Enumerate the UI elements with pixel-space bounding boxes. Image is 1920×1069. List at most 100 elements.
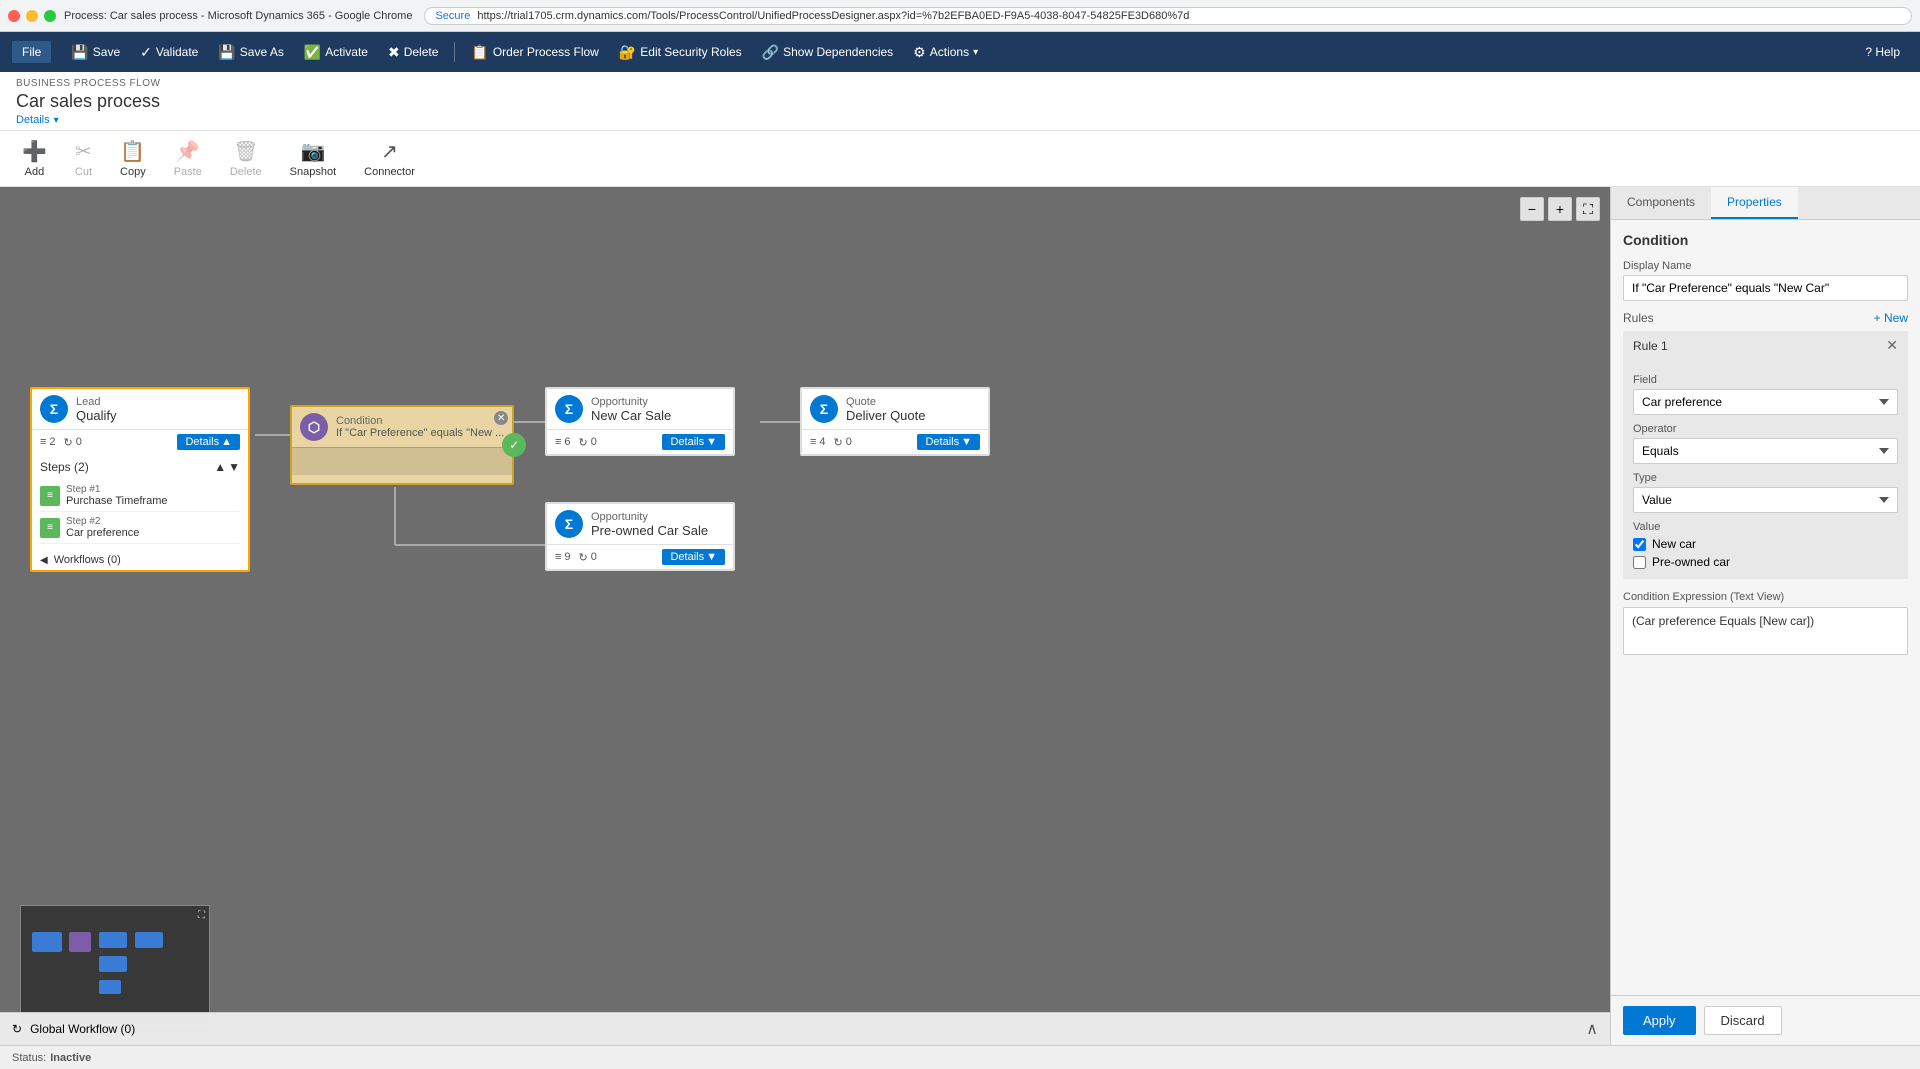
- display-name-input[interactable]: [1623, 275, 1908, 301]
- discard-btn[interactable]: Discard: [1704, 1006, 1782, 1035]
- rules-title: Rules: [1623, 311, 1654, 325]
- opp-preowned-car-node[interactable]: Σ Opportunity Pre-owned Car Sale ≡ 9 ↻ 0…: [545, 502, 735, 571]
- condition-expression-section: Condition Expression (Text View) (Car pr…: [1623, 591, 1908, 655]
- copy-tool[interactable]: 📋 Copy: [114, 137, 152, 180]
- condition-title: Condition: [336, 415, 504, 427]
- minimap-opp-new: [99, 932, 127, 948]
- rule-1-close-btn[interactable]: ✕: [1886, 337, 1898, 354]
- browser-title: Process: Car sales process - Microsoft D…: [64, 10, 412, 22]
- add-tool[interactable]: ➕ Add: [16, 137, 53, 180]
- minimap-quote: [135, 932, 163, 948]
- opp-new-footer: ≡ 6 ↻ 0 Details ▼: [547, 429, 733, 454]
- minimap-lead: [32, 932, 62, 952]
- add-icon: ➕: [22, 139, 47, 164]
- details-link[interactable]: Details: [16, 114, 50, 126]
- tab-properties[interactable]: Properties: [1711, 187, 1798, 219]
- zoom-out-btn[interactable]: −: [1520, 197, 1544, 221]
- step-1-name: Purchase Timeframe: [66, 495, 167, 507]
- quote-refresh-icon: ↻: [834, 436, 843, 449]
- save-btn[interactable]: 💾 Save: [63, 40, 128, 65]
- opp-new-car-node[interactable]: Σ Opportunity New Car Sale ≡ 6 ↻ 0 Detai…: [545, 387, 735, 456]
- opp-new-steps: ≡ 6: [555, 436, 571, 448]
- minimap-opp-preowned: [99, 956, 127, 972]
- status-value: Inactive: [50, 1052, 91, 1064]
- lead-node-icon: Σ: [40, 395, 68, 423]
- condition-footer: [292, 447, 512, 475]
- lead-node-title: Lead: [76, 396, 116, 408]
- type-select[interactable]: Value: [1633, 487, 1898, 513]
- checkbox-new-car[interactable]: New car: [1633, 537, 1898, 551]
- rules-header: Rules + New: [1623, 311, 1908, 325]
- lead-qualify-node[interactable]: Σ Lead Qualify ≡ 2 ↻ 0 Details ▲: [30, 387, 250, 572]
- delete-tool-icon: 🗑: [233, 139, 258, 164]
- add-label: Add: [25, 166, 45, 178]
- quote-details-btn[interactable]: Details ▼: [917, 434, 980, 450]
- file-menu-btn[interactable]: File: [12, 41, 51, 63]
- connector-tool[interactable]: ↗ Connector: [358, 137, 421, 180]
- business-process-label: BUSINESS PROCESS FLOW: [16, 78, 1904, 89]
- order-process-flow-btn[interactable]: 📋 Order Process Flow: [463, 40, 606, 65]
- opp-preowned-details-btn[interactable]: Details ▼: [662, 549, 725, 565]
- opp-new-details-btn[interactable]: Details ▼: [662, 434, 725, 450]
- help-btn[interactable]: ? Help: [1857, 41, 1908, 63]
- field-label: Field: [1633, 374, 1898, 386]
- rule-1-header: Rule 1 ✕: [1623, 331, 1908, 360]
- minimap[interactable]: ⛶: [20, 905, 210, 1025]
- save-as-btn[interactable]: 💾 Save As: [210, 40, 291, 65]
- step-1-item: ≡ Step #1 Purchase Timeframe: [40, 480, 240, 512]
- validate-btn[interactable]: ✓ Validate: [132, 40, 206, 65]
- type-label: Type: [1633, 472, 1898, 484]
- canvas-area[interactable]: − + ⛶ Σ Lead Qualify: [0, 187, 1610, 1045]
- node-header-lead: Σ Lead Qualify: [32, 389, 248, 429]
- new-rule-link[interactable]: + New: [1874, 311, 1908, 325]
- edit-security-roles-btn[interactable]: 🔐 Edit Security Roles: [611, 40, 750, 65]
- condition-expression-label: Condition Expression (Text View): [1623, 591, 1908, 603]
- validate-icon: ✓: [140, 44, 152, 61]
- browser-bar: Process: Car sales process - Microsoft D…: [0, 0, 1920, 32]
- page-header: BUSINESS PROCESS FLOW Car sales process …: [0, 72, 1920, 131]
- lead-node-footer: ≡ 2 ↻ 0 Details ▲: [32, 429, 248, 454]
- preowned-car-checkbox[interactable]: [1633, 556, 1646, 569]
- browser-min-btn[interactable]: [26, 10, 38, 22]
- condition-icon: ⬡: [300, 413, 328, 441]
- browser-close-btn[interactable]: [8, 10, 20, 22]
- paste-tool: 📌 Paste: [168, 137, 208, 180]
- connector-icon: ↗: [381, 139, 398, 164]
- copy-label: Copy: [120, 166, 146, 178]
- fit-btn[interactable]: ⛶: [1576, 197, 1600, 221]
- lead-details-btn[interactable]: Details ▲: [177, 434, 240, 450]
- browser-url-bar[interactable]: Secure https://trial1705.crm.dynamics.co…: [424, 7, 1912, 25]
- copy-icon: 📋: [120, 139, 145, 164]
- quote-refresh: ↻ 0: [834, 436, 852, 449]
- quote-deliver-node[interactable]: Σ Quote Deliver Quote ≡ 4 ↻ 0 Details ▼: [800, 387, 990, 456]
- field-select[interactable]: Car preference: [1633, 389, 1898, 415]
- condition-node[interactable]: ⬡ Condition If "Car Preference" equals "…: [290, 405, 514, 485]
- step-2-icon: ≡: [40, 518, 60, 538]
- order-process-icon: 📋: [471, 44, 488, 61]
- snapshot-tool[interactable]: 📷 Snapshot: [284, 137, 342, 180]
- checkbox-preowned-car[interactable]: Pre-owned car: [1633, 555, 1898, 569]
- step-up-icon[interactable]: ▲: [214, 460, 226, 474]
- steps-header-label: Steps (2): [40, 460, 89, 474]
- browser-max-btn[interactable]: [44, 10, 56, 22]
- delete-btn[interactable]: ✖ Delete: [380, 40, 446, 65]
- panel-content: Condition Display Name Rules + New Rule …: [1611, 220, 1920, 995]
- opp-new-refresh-icon: ↻: [579, 436, 588, 449]
- apply-btn[interactable]: Apply: [1623, 1006, 1696, 1035]
- zoom-in-btn[interactable]: +: [1548, 197, 1572, 221]
- operator-select[interactable]: Equals: [1633, 438, 1898, 464]
- new-car-checkbox[interactable]: [1633, 538, 1646, 551]
- actions-icon: ⚙: [913, 44, 926, 61]
- global-workflow-label: Global Workflow (0): [30, 1022, 135, 1036]
- refresh-icon: ↻: [64, 436, 73, 449]
- actions-btn[interactable]: ⚙ Actions ▾: [905, 40, 986, 65]
- tab-components[interactable]: Components: [1611, 187, 1711, 219]
- minimap-nodes: [27, 912, 203, 1018]
- step-down-icon[interactable]: ▼: [228, 460, 240, 474]
- quote-details-chevron: ▼: [961, 436, 972, 448]
- show-dependencies-btn[interactable]: 🔗 Show Dependencies: [754, 40, 902, 65]
- global-workflow-expand-btn[interactable]: ∧: [1586, 1019, 1598, 1039]
- activate-btn[interactable]: ✅ Activate: [296, 40, 376, 65]
- quote-steps: ≡ 4: [810, 436, 826, 448]
- details-chevron-icon: ▾: [54, 115, 59, 126]
